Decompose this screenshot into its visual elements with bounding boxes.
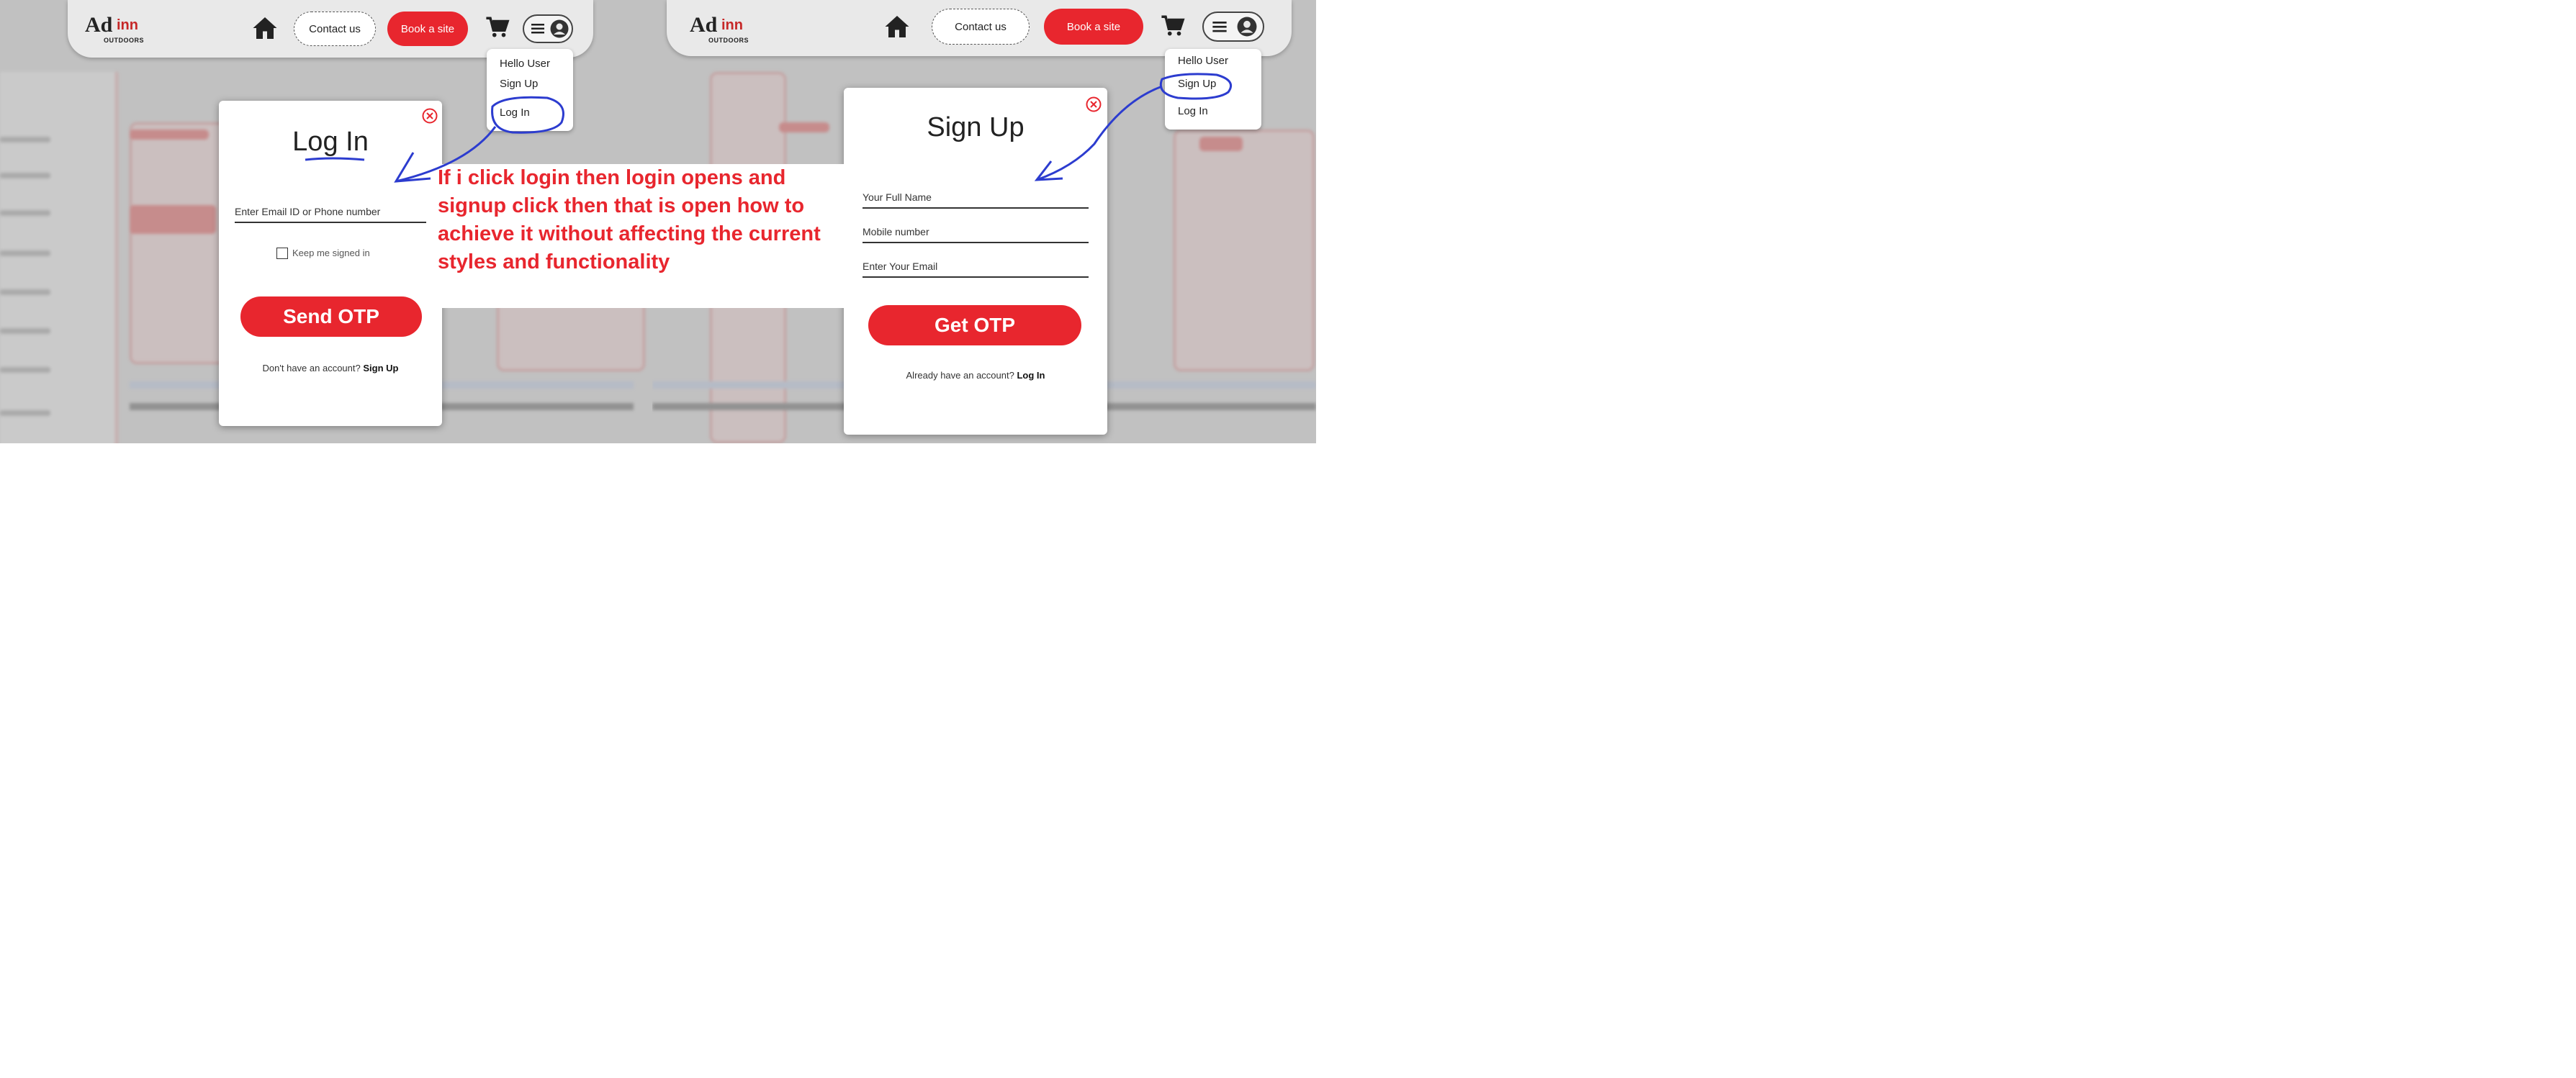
dropdown-item-log-in[interactable]: Log In — [1178, 105, 1208, 117]
signup-link[interactable]: Sign Up — [363, 363, 398, 373]
close-icon[interactable] — [422, 108, 438, 124]
dropdown-item-log-in[interactable]: Log In — [500, 107, 530, 119]
contact-us-button[interactable]: Contact us — [294, 12, 376, 46]
adinn-logo[interactable]: Ad inn OUTDOORS — [85, 13, 154, 45]
user-avatar-icon — [550, 19, 569, 38]
email-field[interactable]: Enter Your Email — [863, 261, 1089, 278]
email-field[interactable]: Enter Email ID or Phone number — [235, 206, 426, 223]
keep-signed-in-label: Keep me signed in — [292, 248, 370, 258]
user-menu-button[interactable] — [1202, 12, 1264, 42]
dropdown-item-sign-up[interactable]: Sign Up — [500, 78, 538, 90]
signup-prompt: Don't have an account? Sign Up — [219, 363, 442, 373]
user-avatar-icon — [1237, 17, 1257, 37]
get-otp-button[interactable]: Get OTP — [868, 305, 1081, 345]
login-modal: Log In Enter Email ID or Phone number Ke… — [219, 101, 442, 426]
user-dropdown-menu: Hello User Sign Up Log In — [487, 49, 573, 131]
full-name-field[interactable]: Your Full Name — [863, 191, 1089, 209]
hamburger-icon — [1212, 22, 1227, 32]
close-icon[interactable] — [1086, 96, 1102, 112]
mobile-number-field[interactable]: Mobile number — [863, 226, 1089, 243]
user-menu-button[interactable] — [523, 14, 573, 43]
login-prompt-text: Already have an account? — [906, 370, 1014, 381]
home-icon[interactable] — [884, 14, 910, 39]
book-a-site-button[interactable]: Book a site — [387, 12, 468, 46]
home-icon[interactable] — [252, 16, 278, 40]
signup-modal: Sign Up Your Full Name Mobile number Ent… — [844, 88, 1107, 435]
adinn-logo[interactable]: Ad inn OUTDOORS — [690, 13, 759, 45]
login-prompt: Already have an account? Log In — [844, 370, 1107, 381]
dropdown-item-hello-user: Hello User — [1178, 55, 1229, 67]
signup-prompt-text: Don't have an account? — [262, 363, 361, 373]
keep-signed-in-checkbox[interactable] — [276, 248, 288, 259]
navbar: Ad inn OUTDOORS Contact us Book a site — [667, 0, 1292, 56]
dropdown-item-sign-up[interactable]: Sign Up — [1178, 78, 1216, 90]
user-dropdown-menu: Hello User Sign Up Log In — [1165, 49, 1261, 130]
cart-icon[interactable] — [1161, 14, 1185, 37]
login-link[interactable]: Log In — [1017, 370, 1045, 381]
dropdown-item-hello-user: Hello User — [500, 58, 551, 70]
hamburger-icon — [531, 24, 544, 34]
modal-title: Sign Up — [927, 112, 1024, 142]
cart-icon[interactable] — [485, 16, 510, 39]
book-a-site-button[interactable]: Book a site — [1044, 9, 1143, 45]
modal-title: Log In — [292, 127, 369, 157]
question-annotation: If i click login then login opens and si… — [431, 164, 850, 308]
send-otp-button[interactable]: Send OTP — [240, 296, 422, 337]
contact-us-button[interactable]: Contact us — [932, 9, 1030, 45]
